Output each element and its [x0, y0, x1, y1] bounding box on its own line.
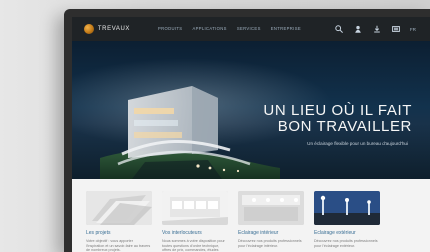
brand-name: TREVAUX — [97, 26, 130, 32]
card-projects[interactable]: Les projets Votre objectif : vous apport… — [86, 191, 152, 252]
device-frame: TREVAUX PRODUITS APPLICATIONS SERVICES E… — [64, 9, 430, 252]
card-interior-lighting-text: Découvrez nos produits professionnels po… — [238, 239, 302, 248]
card-projects-image — [86, 191, 152, 225]
card-projects-text: Votre objectif : vous apporter l'inspira… — [86, 239, 151, 252]
card-exterior-lighting-text: Découvrez nos produits professionnels po… — [314, 239, 378, 248]
card-interior-lighting[interactable]: Eclairage intérieur Découvrez nos produi… — [238, 191, 304, 252]
nav-item-applications[interactable]: APPLICATIONS — [192, 26, 226, 31]
language-selector[interactable]: FR — [410, 27, 416, 32]
hero-building-image — [100, 86, 280, 179]
browser-screen: TREVAUX PRODUITS APPLICATIONS SERVICES E… — [72, 17, 430, 252]
card-contacts-image — [162, 191, 228, 225]
nav-item-produits[interactable]: PRODUITS — [158, 26, 182, 31]
brand-mark-icon — [84, 24, 94, 34]
card-contacts-title[interactable]: Vos interlocuteurs — [162, 230, 228, 236]
hero-subtitle: Un éclairage flexible pour un bureau d'a… — [307, 141, 408, 146]
feature-cards: Les projets Votre objectif : vous apport… — [86, 191, 380, 252]
compare-icon[interactable] — [391, 24, 401, 34]
hero-headline-line-1: UN LIEU OÙ IL FAIT — [263, 102, 412, 119]
top-navigation-bar: TREVAUX PRODUITS APPLICATIONS SERVICES E… — [72, 17, 430, 41]
card-interior-lighting-image — [238, 191, 304, 225]
content-section: Les projets Votre objectif : vous apport… — [72, 179, 430, 252]
hero-headline: UN LIEU OÙ IL FAIT BON TRAVAILLER — [263, 103, 412, 135]
card-exterior-lighting-image — [314, 191, 380, 225]
hero-headline-line-2: BON TRAVAILLER — [277, 117, 412, 135]
search-icon[interactable] — [334, 24, 344, 34]
user-icon[interactable] — [353, 24, 363, 34]
brand-logo[interactable]: TREVAUX — [84, 24, 130, 34]
card-contacts-text: Nous sommes à votre disposition pour tou… — [162, 239, 225, 252]
card-exterior-lighting[interactable]: Eclairage extérieur Découvrez nos produi… — [314, 191, 380, 252]
main-navigation: PRODUITS APPLICATIONS SERVICES ENTREPRIS… — [158, 26, 301, 31]
nav-item-entreprise[interactable]: ENTREPRISE — [271, 26, 301, 31]
card-contacts[interactable]: Vos interlocuteurs Nous sommes à votre d… — [162, 191, 228, 252]
download-icon[interactable] — [372, 24, 382, 34]
card-projects-title[interactable]: Les projets — [86, 230, 152, 236]
nav-item-services[interactable]: SERVICES — [237, 26, 261, 31]
card-interior-lighting-title[interactable]: Eclairage intérieur — [238, 230, 304, 236]
utility-icons: FR — [334, 24, 416, 34]
card-exterior-lighting-title[interactable]: Eclairage extérieur — [314, 230, 380, 236]
hero-banner: UN LIEU OÙ IL FAIT BON TRAVAILLER Un écl… — [72, 41, 430, 183]
